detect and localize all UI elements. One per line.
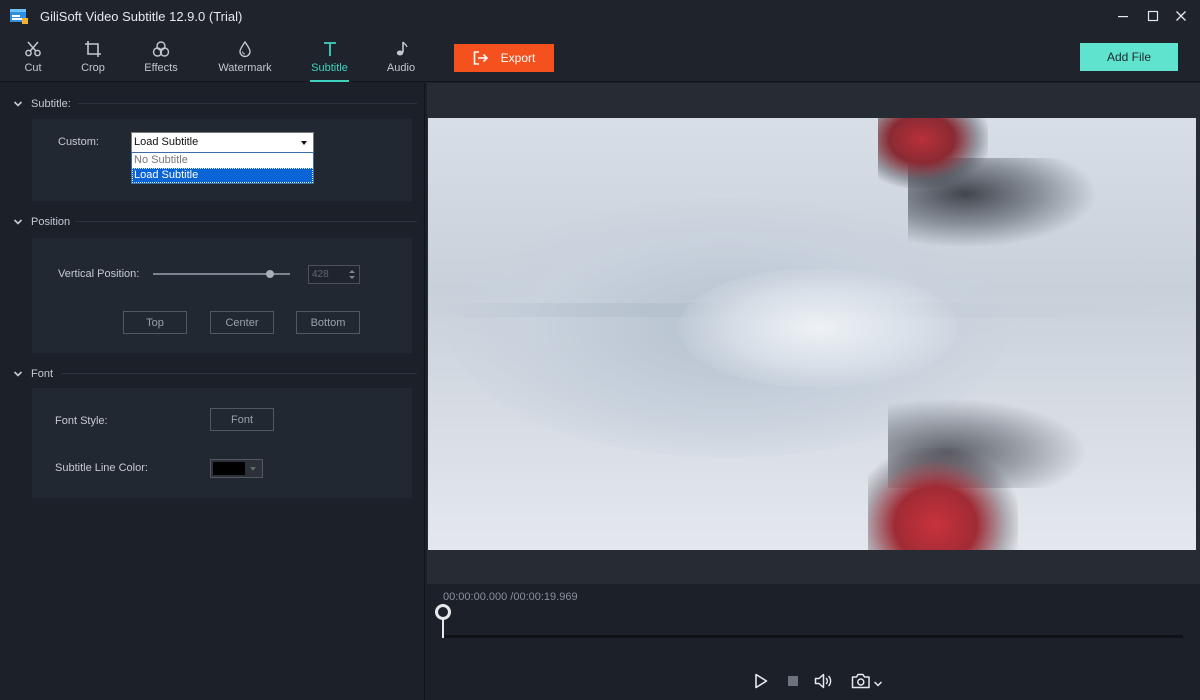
tool-watermark[interactable]: Watermark	[217, 40, 273, 74]
position-section-header[interactable]: Position	[12, 216, 70, 228]
app-logo-icon	[10, 9, 28, 24]
dropdown-arrow-icon	[301, 141, 307, 145]
vertical-position-label: Vertical Position:	[58, 268, 140, 280]
spinbox-value: 428	[312, 269, 329, 280]
maximize-icon	[1147, 10, 1159, 22]
music-note-icon	[396, 41, 408, 56]
time-display: 00:00:00.000 /00:00:19.969	[443, 591, 578, 603]
volume-button[interactable]	[813, 671, 833, 691]
title-bar: GiliSoft Video Subtitle 12.9.0 (Trial)	[0, 0, 1200, 32]
font-section-box	[32, 388, 412, 498]
tool-label: Cut	[24, 62, 42, 74]
tool-label: Effects	[144, 62, 178, 74]
text-t-icon	[323, 42, 336, 56]
playhead-handle[interactable]	[435, 604, 451, 620]
dropdown-arrow-icon	[250, 467, 256, 471]
tool-audio[interactable]: Audio	[386, 40, 416, 74]
section-title: Subtitle:	[31, 98, 71, 110]
font-button[interactable]: Font	[210, 408, 274, 431]
window-title: GiliSoft Video Subtitle 12.9.0 (Trial)	[40, 9, 243, 24]
export-icon	[473, 51, 488, 65]
color-swatch	[213, 462, 245, 475]
stop-button[interactable]	[785, 671, 801, 691]
active-tab-indicator	[310, 80, 349, 82]
section-title: Font	[31, 368, 54, 380]
section-divider	[75, 221, 417, 222]
option-load-subtitle[interactable]: Load Subtitle	[132, 168, 313, 183]
main-toolbar: Cut Crop Effects Watermark Subtitle Audi…	[0, 32, 1200, 82]
line-color-picker[interactable]	[210, 459, 263, 478]
option-no-subtitle[interactable]: No Subtitle	[132, 153, 313, 168]
add-file-button[interactable]: Add File	[1080, 43, 1178, 71]
droplet-icon	[239, 40, 251, 58]
spin-up-icon[interactable]	[349, 270, 355, 273]
scissors-icon	[25, 41, 41, 57]
bottom-button[interactable]: Bottom	[296, 311, 360, 334]
tool-subtitle[interactable]: Subtitle	[310, 40, 349, 82]
play-button[interactable]	[752, 671, 770, 691]
chevron-down-icon	[13, 371, 23, 377]
play-icon	[755, 673, 768, 689]
tool-crop[interactable]: Crop	[80, 40, 106, 74]
slider-thumb[interactable]	[266, 270, 274, 278]
minimize-icon	[1118, 16, 1128, 18]
select-value: Load Subtitle	[134, 136, 199, 148]
speaker-icon	[814, 673, 832, 689]
custom-label: Custom:	[58, 136, 99, 148]
font-style-label: Font Style:	[55, 415, 108, 427]
chevron-down-icon	[13, 219, 23, 225]
tool-label: Subtitle	[311, 62, 348, 74]
playhead-line	[442, 618, 444, 638]
section-divider	[62, 373, 417, 374]
timeline-track[interactable]	[443, 635, 1183, 638]
crop-icon	[85, 41, 101, 57]
tool-label: Crop	[81, 62, 105, 74]
tool-effects[interactable]: Effects	[143, 40, 179, 74]
video-preview	[428, 118, 1196, 550]
subtitle-custom-select[interactable]: Load Subtitle	[131, 132, 314, 153]
section-title: Position	[31, 216, 71, 228]
center-button[interactable]: Center	[210, 311, 274, 334]
chevron-down-icon	[13, 101, 23, 107]
close-icon	[1176, 11, 1186, 21]
vertical-position-spinbox[interactable]: 428	[308, 265, 360, 284]
stop-icon	[788, 676, 798, 686]
tool-label: Audio	[386, 62, 416, 74]
tool-cut[interactable]: Cut	[22, 40, 44, 74]
section-divider	[78, 103, 417, 104]
export-button[interactable]: Export	[454, 44, 554, 72]
tool-label: Watermark	[218, 62, 272, 74]
top-button[interactable]: Top	[123, 311, 187, 334]
effects-icon	[152, 41, 170, 57]
export-label: Export	[500, 51, 536, 65]
camera-icon	[851, 673, 870, 689]
minimize-button[interactable]	[1108, 4, 1138, 28]
subtitle-dropdown-list: No Subtitle Load Subtitle	[131, 152, 314, 184]
snapshot-button[interactable]	[849, 671, 885, 691]
chevron-down-icon[interactable]	[873, 680, 883, 688]
maximize-button[interactable]	[1138, 4, 1168, 28]
spin-down-icon[interactable]	[349, 276, 355, 279]
subtitle-section-header[interactable]: Subtitle:	[12, 98, 71, 110]
font-section-header[interactable]: Font	[12, 368, 53, 380]
line-color-label: Subtitle Line Color:	[55, 462, 148, 474]
position-section-box	[32, 238, 412, 353]
close-button[interactable]	[1166, 4, 1196, 28]
